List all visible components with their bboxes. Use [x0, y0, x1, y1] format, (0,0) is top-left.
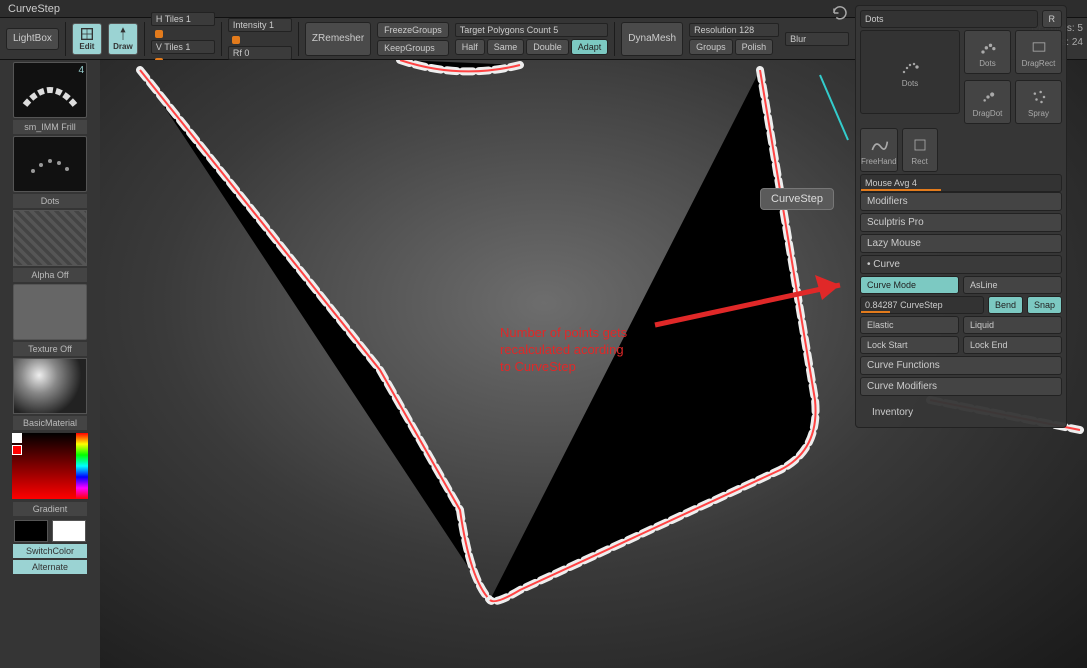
swatch-white[interactable]	[52, 520, 86, 542]
elastic-button[interactable]: Elastic	[860, 316, 959, 334]
stroke-freehand[interactable]: FreeHand	[860, 128, 898, 172]
asline-button[interactable]: AsLine	[963, 276, 1062, 294]
search-field[interactable]: Dots	[860, 10, 1038, 28]
stroke-dots[interactable]: Dots	[964, 30, 1011, 74]
tooltip: CurveStep	[760, 188, 834, 210]
gradient-button[interactable]: Gradient	[13, 502, 87, 516]
mouse-avg-slider[interactable]: Mouse Avg 4	[860, 174, 1062, 192]
groups-button[interactable]: Groups	[689, 39, 733, 55]
curvestep-slider[interactable]: 0.84287 CurveStep	[860, 296, 984, 314]
swatch-black[interactable]	[14, 520, 48, 542]
draw-button[interactable]: Draw	[108, 23, 138, 55]
rf-slider[interactable]: Rf 0	[228, 46, 292, 60]
color-picker[interactable]	[11, 432, 89, 500]
target-polygons-slider[interactable]: Target Polygons Count 5	[455, 23, 609, 37]
left-panel: 4 sm_IMM Frill Dots Alpha Off Texture Of…	[0, 60, 100, 668]
edit-button[interactable]: Edit	[72, 23, 102, 55]
stroke-dragrect[interactable]: DragRect	[1015, 30, 1062, 74]
arrow-icon	[650, 265, 870, 345]
intensity-slider[interactable]: Intensity 1	[228, 18, 292, 32]
sculptris-header[interactable]: Sculptris Pro	[860, 213, 1062, 232]
material-thumbnail[interactable]	[13, 358, 87, 414]
half-button[interactable]: Half	[455, 39, 485, 55]
curve-header[interactable]: • Curve	[860, 255, 1062, 274]
texture-label: Texture Off	[13, 342, 87, 356]
stroke-spray[interactable]: Spray	[1015, 80, 1062, 124]
switchcolor-button[interactable]: SwitchColor	[13, 544, 87, 558]
lockstart-button[interactable]: Lock Start	[860, 336, 959, 354]
brush-name-label: sm_IMM Frill	[13, 120, 87, 134]
title-text: CurveStep	[8, 3, 60, 15]
bend-button[interactable]: Bend	[988, 296, 1023, 314]
curvemode-button[interactable]: Curve Mode	[860, 276, 959, 294]
adapt-button[interactable]: Adapt	[571, 39, 609, 55]
annotation-text: Number of points getsrecalculated acordi…	[500, 325, 627, 376]
dynamesh-button[interactable]: DynaMesh	[621, 22, 683, 56]
resolution-slider[interactable]: Resolution 128	[689, 23, 779, 37]
lockend-button[interactable]: Lock End	[963, 336, 1062, 354]
blur-slider[interactable]: Blur	[785, 32, 849, 46]
freezegroups-button[interactable]: FreezeGroups	[377, 22, 449, 38]
htiles-slider[interactable]: H Tiles 1	[151, 12, 215, 26]
polish-button[interactable]: Polish	[735, 39, 774, 55]
modifiers-header[interactable]: Modifiers	[860, 192, 1062, 211]
curve-functions-header[interactable]: Curve Functions	[860, 356, 1062, 375]
brush-thumbnail[interactable]: 4	[13, 62, 87, 118]
lazymouse-header[interactable]: Lazy Mouse	[860, 234, 1062, 253]
stroke-thumbnail[interactable]	[13, 136, 87, 192]
stroke-dragdot[interactable]: DragDot	[964, 80, 1011, 124]
double-button[interactable]: Double	[526, 39, 569, 55]
alpha-label: Alpha Off	[13, 268, 87, 282]
inventory-header[interactable]: Inventory	[860, 404, 1062, 421]
stroke-label: Dots	[13, 194, 87, 208]
liquid-button[interactable]: Liquid	[963, 316, 1062, 334]
stroke-palette: Dots R Dots Dots DragRect DragDot Spray …	[855, 5, 1067, 428]
curve-modifiers-header[interactable]: Curve Modifiers	[860, 377, 1062, 396]
vtiles-slider[interactable]: V Tiles 1	[151, 40, 215, 54]
lightbox-button[interactable]: LightBox	[6, 28, 59, 50]
refresh-icon[interactable]	[831, 4, 849, 22]
stroke-dots-large[interactable]: Dots	[860, 30, 960, 114]
stroke-rect[interactable]: Rect	[902, 128, 938, 172]
snap-button[interactable]: Snap	[1027, 296, 1062, 314]
alpha-thumbnail[interactable]	[13, 210, 87, 266]
same-button[interactable]: Same	[487, 39, 525, 55]
alternate-button[interactable]: Alternate	[13, 560, 87, 574]
material-label: BasicMaterial	[13, 416, 87, 430]
reset-button[interactable]: R	[1042, 10, 1063, 28]
zremesher-button[interactable]: ZRemesher	[305, 22, 371, 56]
texture-thumbnail[interactable]	[13, 284, 87, 340]
keepgroups-button[interactable]: KeepGroups	[377, 40, 449, 56]
